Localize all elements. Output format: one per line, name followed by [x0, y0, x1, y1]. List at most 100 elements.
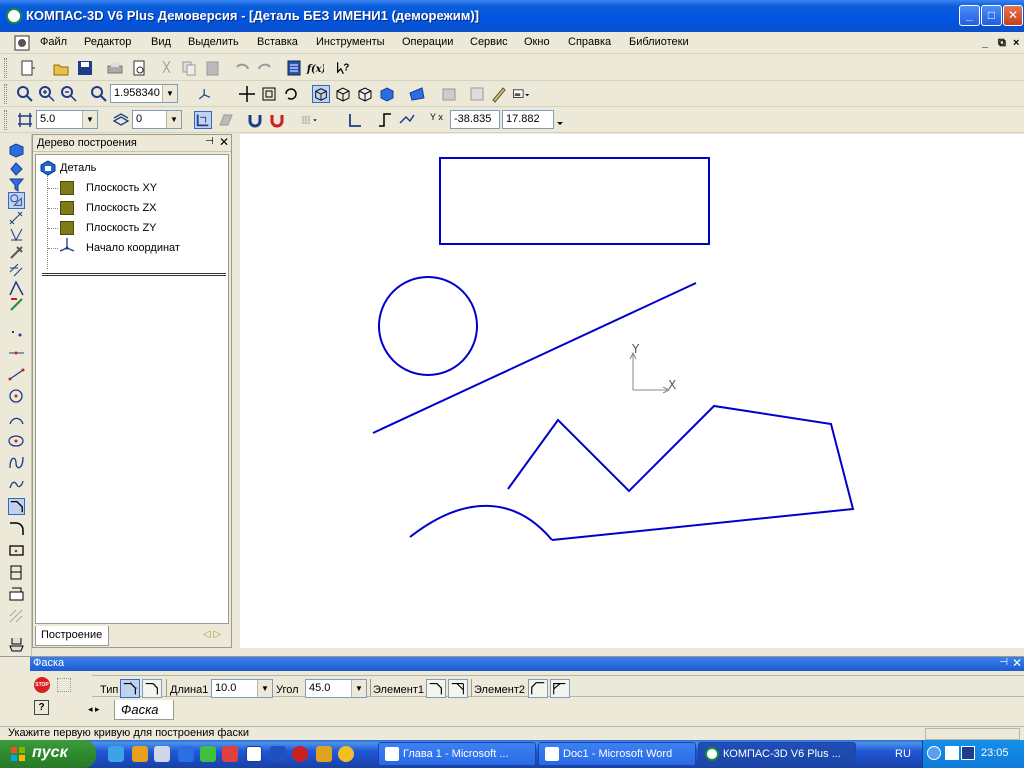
tab-nav-arrows[interactable]: ◂ ▸	[88, 704, 100, 715]
chevron-down-icon[interactable]: ▼	[257, 680, 272, 697]
menu-insert[interactable]: Вставка	[257, 36, 298, 48]
element1-no-trim-icon[interactable]	[448, 679, 468, 698]
mdi-minimize-button[interactable]: _	[982, 37, 988, 49]
task-chapter1-word[interactable]: Глава 1 - Microsoft ...	[378, 742, 536, 766]
tray-expand-icon[interactable]	[927, 746, 941, 760]
cut-icon[interactable]	[158, 59, 176, 77]
grid-icon[interactable]	[300, 111, 318, 129]
language-indicator[interactable]: RU	[895, 748, 911, 760]
orientation-icon[interactable]	[196, 85, 214, 103]
ellipse-tool-icon[interactable]	[8, 432, 25, 449]
tree-node-plane-xy[interactable]: Плоскость XY	[86, 182, 157, 194]
layer-combo[interactable]: 0 ▼	[132, 110, 182, 129]
desktop-icon[interactable]	[108, 746, 124, 762]
chevron-down-icon[interactable]: ▼	[82, 111, 97, 128]
length-combo[interactable]: 10.0 ▼	[211, 679, 273, 698]
menu-libraries[interactable]: Библиотеки	[629, 36, 689, 48]
local-cs-icon[interactable]	[346, 111, 364, 129]
tray-app-icon[interactable]	[961, 746, 975, 760]
editing-details-icon[interactable]	[8, 142, 25, 159]
tree-close-icon[interactable]: ✕	[219, 135, 229, 149]
rectangle-tool-icon[interactable]	[8, 542, 25, 559]
stamp-tool-icon[interactable]	[8, 636, 25, 653]
properties-close-icon[interactable]: ✕	[1012, 656, 1022, 670]
tray-app-icon[interactable]	[945, 746, 959, 760]
auxiliary-line-tool-icon[interactable]	[8, 344, 25, 361]
grid-step-icon[interactable]	[16, 111, 34, 129]
chevron-down-icon[interactable]: ▼	[162, 85, 177, 102]
tree-node-origin[interactable]: Начало координат	[86, 242, 180, 254]
menu-editor[interactable]: Редактор	[84, 36, 131, 48]
menu-tools[interactable]: Инструменты	[316, 36, 385, 48]
close-button[interactable]: ✕	[1003, 5, 1023, 26]
opera-icon[interactable]	[292, 746, 308, 762]
shaded-view-icon[interactable]	[378, 85, 396, 103]
zoom-window-icon[interactable]	[16, 85, 34, 103]
step-combo[interactable]: 5.0 ▼	[36, 110, 98, 129]
print-preview-icon[interactable]	[130, 59, 148, 77]
angle-icon[interactable]	[8, 280, 25, 297]
menu-select[interactable]: Выделить	[188, 36, 239, 48]
filter-icon[interactable]	[8, 176, 25, 193]
tree-header[interactable]: Дерево построения ⊣ ✕	[33, 135, 231, 152]
sketch-polyline[interactable]	[507, 404, 855, 541]
drawing-canvas[interactable]: Y X	[240, 134, 1024, 648]
dimensions-icon[interactable]	[8, 210, 25, 227]
menu-view[interactable]: Вид	[151, 36, 171, 48]
coord-y-field[interactable]: 17.882	[502, 110, 554, 129]
rotate-icon[interactable]	[282, 85, 300, 103]
redo-icon[interactable]	[256, 59, 274, 77]
wireframe-view-icon[interactable]	[312, 85, 330, 103]
shape-icon[interactable]	[216, 111, 234, 129]
sketch-mode-icon[interactable]	[194, 111, 212, 129]
coord-x-field[interactable]: -38.835	[450, 110, 500, 129]
stop-command-icon[interactable]: STOP	[34, 677, 50, 693]
spline-tool-icon[interactable]	[8, 454, 25, 471]
arc-tool-icon[interactable]	[8, 410, 25, 427]
save-icon[interactable]	[76, 59, 94, 77]
chevron-down-icon[interactable]	[554, 111, 566, 129]
document-icon[interactable]	[14, 35, 30, 51]
segment-tool-icon[interactable]	[8, 366, 25, 383]
chamfer-tool-icon[interactable]	[8, 498, 25, 515]
chamfer-length-angle-icon[interactable]	[142, 679, 162, 698]
properties-icon[interactable]	[285, 59, 303, 77]
auto-create-icon[interactable]	[57, 678, 71, 692]
perspective-icon[interactable]	[408, 85, 426, 103]
tree-node-plane-zy[interactable]: Плоскость ZY	[86, 222, 157, 234]
explorer-icon[interactable]	[132, 746, 148, 762]
menu-file[interactable]: Файл	[40, 36, 67, 48]
library-icon[interactable]	[8, 296, 25, 313]
new-file-icon[interactable]	[18, 59, 36, 77]
pin-icon[interactable]: ⊣	[999, 657, 1008, 668]
task-doc1-word[interactable]: Doc1 - Microsoft Word	[538, 742, 696, 766]
geometry-icon[interactable]	[8, 192, 25, 209]
mdi-close-button[interactable]: ×	[1013, 37, 1019, 49]
variables-fx-icon[interactable]: f(x)	[306, 59, 324, 77]
start-button[interactable]: пуск	[0, 740, 96, 768]
player-icon[interactable]	[338, 746, 354, 762]
tab-build[interactable]: Построение	[35, 626, 109, 646]
chevron-down-icon[interactable]: ▼	[166, 111, 181, 128]
measure-icon[interactable]	[8, 244, 25, 261]
title-bar[interactable]: КОМПАС-3D V6 Plus Демоверсия - [Деталь Б…	[0, 0, 1024, 32]
parametrization-icon[interactable]	[8, 226, 25, 243]
mdi-restore-button[interactable]: ⧉	[998, 37, 1006, 50]
print-icon[interactable]	[106, 59, 124, 77]
element2-trim-icon[interactable]	[528, 679, 548, 698]
projection-tool-icon[interactable]	[8, 564, 25, 581]
element2-no-trim-icon[interactable]	[550, 679, 570, 698]
pin-icon[interactable]: ⊣	[205, 136, 214, 147]
circle-tool-icon[interactable]	[8, 388, 25, 405]
edit-pencil-icon[interactable]	[490, 85, 508, 103]
extrude-icon[interactable]	[8, 160, 25, 177]
menu-window[interactable]: Окно	[524, 36, 550, 48]
element1-trim-icon[interactable]	[426, 679, 446, 698]
excel-icon[interactable]	[270, 746, 286, 762]
tree-node-plane-zx[interactable]: Плоскость ZX	[86, 202, 157, 214]
help-icon[interactable]: ?	[34, 700, 49, 715]
drawing-view-icon[interactable]	[468, 85, 486, 103]
zoom-scale-icon[interactable]	[90, 85, 108, 103]
properties-header[interactable]: Фаска ⊣ ✕	[30, 656, 1024, 671]
hatch-tool-icon[interactable]	[8, 608, 25, 625]
